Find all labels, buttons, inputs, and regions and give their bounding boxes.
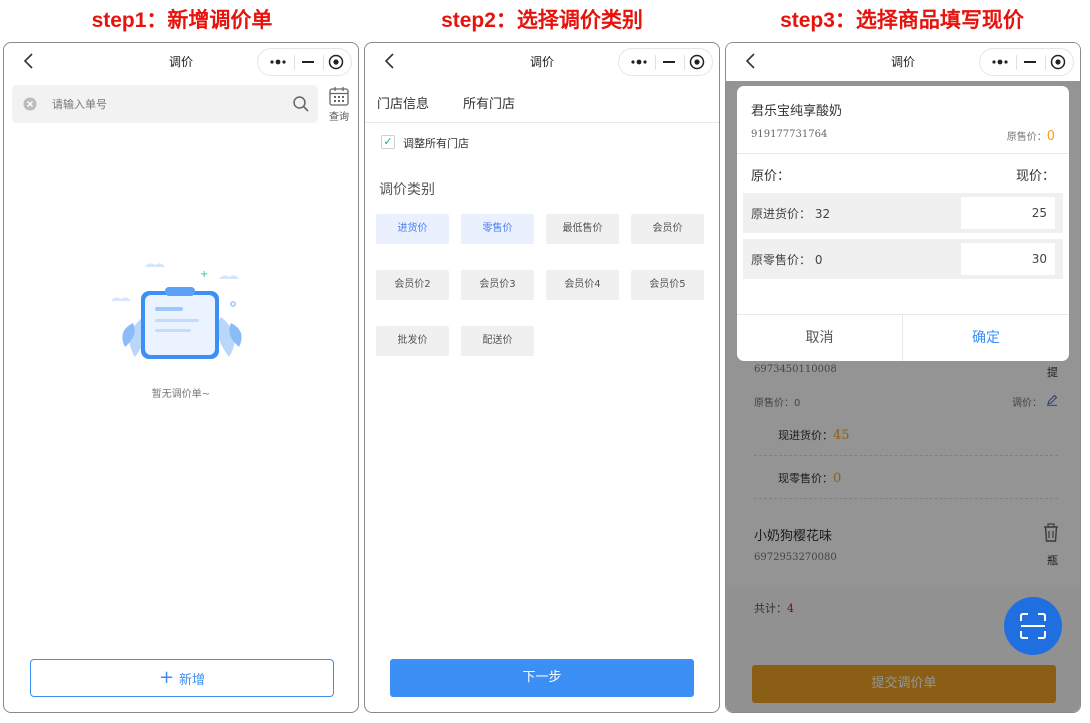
phone-screen-3: 6973450110008 提 原售价：0 调价： 现进货价：45 现零售价：0…: [725, 42, 1081, 713]
add-button[interactable]: + 新增: [30, 659, 334, 697]
confirm-button[interactable]: 确定: [903, 315, 1069, 361]
scan-button[interactable]: [1004, 597, 1062, 655]
now-retail-input[interactable]: 30: [961, 243, 1055, 275]
minimize-icon[interactable]: [1022, 56, 1038, 68]
orig-price-header: 原价：: [751, 169, 791, 184]
step1-title: step1：新增调价单: [91, 9, 273, 32]
product-code: 919177731764: [751, 129, 828, 140]
category-chip[interactable]: 最低售价: [546, 214, 619, 244]
query-button[interactable]: 查询: [326, 85, 352, 125]
search-icon[interactable]: [292, 95, 310, 113]
now-price-header: 现价：: [1015, 169, 1055, 184]
category-chip[interactable]: 批发价: [376, 326, 449, 356]
search-bar[interactable]: 请输入单号: [12, 85, 318, 123]
modal-footer: 取消 确定: [737, 314, 1069, 361]
store-info-label: 门店信息: [377, 97, 430, 112]
plus-icon: +: [158, 667, 175, 688]
category-chip[interactable]: 零售价: [461, 214, 534, 244]
category-chip[interactable]: 会员价3: [461, 270, 534, 300]
product-name: 君乐宝纯享酸奶: [751, 104, 843, 119]
category-chip[interactable]: 进货价: [376, 214, 449, 244]
calendar-icon: [329, 87, 349, 106]
cancel-button[interactable]: 取消: [737, 315, 903, 361]
svg-text:+: +: [200, 269, 208, 280]
more-dots-icon[interactable]: [268, 56, 288, 68]
category-chip[interactable]: 会员价: [631, 214, 704, 244]
category-title: 调价类别: [379, 182, 435, 198]
nav-bar: 调价: [365, 43, 719, 81]
nav-bar: 调价: [726, 43, 1080, 81]
orig-sale-price: 原售价：0: [1006, 129, 1055, 144]
checkmark-icon[interactable]: ✓: [381, 135, 395, 149]
minimize-icon[interactable]: [300, 56, 316, 68]
phone-screen-1: 调价 请输入单号 查询 + 暂无调价单~ + 新增: [3, 42, 359, 713]
orig-purchase-price: 原进货价： 32: [751, 207, 831, 221]
orig-retail-price: 原零售价： 0: [751, 253, 823, 267]
empty-clipboard-illustration: +: [111, 263, 242, 359]
search-input[interactable]: 请输入单号: [52, 96, 107, 112]
empty-state-text: 暂无调价单~: [151, 389, 211, 400]
scan-icon: [1020, 613, 1046, 639]
checkbox-label: 调整所有门店: [403, 137, 469, 150]
category-chip[interactable]: 配送价: [461, 326, 534, 356]
mini-program-capsule: [618, 48, 713, 76]
add-button-label: 新增: [179, 672, 206, 688]
minimize-icon[interactable]: [661, 56, 677, 68]
phone-screen-2: 调价 门店信息 所有门店 ✓ 调整所有门店 调价类别 进货价 零售价 最低售价 …: [364, 42, 720, 713]
mini-program-capsule: [257, 48, 352, 76]
price-edit-modal: 君乐宝纯享酸奶 919177731764 原售价：0 原价： 现价： 原进货价：…: [737, 86, 1069, 361]
next-step-button[interactable]: 下一步: [390, 659, 694, 697]
more-dots-icon[interactable]: [629, 56, 649, 68]
query-label: 查询: [329, 112, 349, 123]
step2-title: step2：选择调价类别: [441, 9, 643, 32]
store-info-value[interactable]: 所有门店: [463, 93, 515, 112]
store-info-row[interactable]: 门店信息 所有门店: [365, 81, 719, 123]
now-purchase-input[interactable]: 25: [961, 197, 1055, 229]
step3-title: step3：选择商品填写现价: [780, 9, 1024, 32]
close-target-icon[interactable]: [1050, 54, 1066, 70]
clear-icon[interactable]: [23, 97, 37, 111]
nav-bar: 调价: [4, 43, 358, 81]
retail-price-row: 原零售价： 0 30: [743, 239, 1063, 279]
close-target-icon[interactable]: [328, 54, 344, 70]
purchase-price-row: 原进货价： 32 25: [743, 193, 1063, 233]
mini-program-capsule: [979, 48, 1074, 76]
close-target-icon[interactable]: [689, 54, 705, 70]
more-dots-icon[interactable]: [990, 56, 1010, 68]
category-chip[interactable]: 会员价5: [631, 270, 704, 300]
category-chip[interactable]: 会员价4: [546, 270, 619, 300]
category-chip[interactable]: 会员价2: [376, 270, 449, 300]
